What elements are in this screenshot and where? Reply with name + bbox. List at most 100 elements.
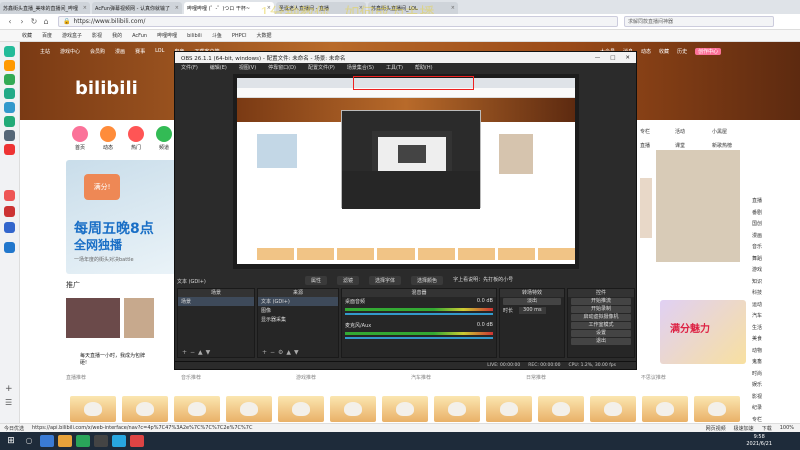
category-label[interactable]: 日常推荐 [526, 374, 546, 381]
app-icon[interactable] [4, 46, 15, 57]
nav-link[interactable]: 游戏中心 [60, 48, 80, 55]
status-item[interactable]: 网页视频 [706, 425, 726, 432]
bookmark[interactable]: PHPCl [232, 33, 247, 39]
bookmark[interactable]: 大数据 [257, 32, 272, 39]
channel-hot[interactable]: 热门 [125, 126, 147, 151]
virtual-camera-button[interactable]: 启动虚拟摄像机 [571, 314, 631, 321]
home-icon[interactable]: ⌂ [40, 17, 52, 26]
cat-image[interactable] [330, 396, 376, 422]
folder-icon[interactable] [58, 435, 72, 447]
channel-channels[interactable]: 频道 [153, 126, 175, 151]
category-label[interactable]: 游戏推荐 [296, 374, 316, 381]
windows-start-icon[interactable]: ⊞ [4, 435, 18, 447]
app-icon[interactable] [4, 130, 15, 141]
source-item[interactable]: 文本 (GDI+) [258, 297, 338, 306]
back-icon[interactable]: ‹ [4, 17, 16, 26]
app-icon[interactable] [4, 102, 15, 113]
menu-item[interactable]: 停靠窗口(D) [268, 64, 296, 71]
channel-dynamic[interactable]: 动态 [97, 126, 119, 151]
cat-image[interactable] [174, 396, 220, 422]
menu-item[interactable]: 配置文件(P) [308, 64, 335, 71]
right-link[interactable]: 新歌热榜 [712, 142, 732, 149]
side-nav-item[interactable]: 动物 [752, 346, 774, 358]
chat-icon[interactable] [4, 116, 15, 127]
bookmark[interactable]: 百度 [42, 32, 52, 39]
properties-button[interactable]: 属性 [305, 276, 328, 285]
zoom-level[interactable]: 100% [780, 425, 794, 431]
live-thumbnail[interactable] [656, 150, 740, 262]
nav-link[interactable]: 主站 [40, 48, 50, 55]
close-icon[interactable]: ✕ [625, 55, 630, 61]
search-input[interactable]: 求解同款直播间神器 [624, 16, 774, 27]
source-item[interactable]: 显示器采集 [258, 315, 338, 324]
side-nav-item[interactable]: 美食 [752, 334, 774, 346]
status-item[interactable]: 下载 [762, 425, 772, 432]
side-nav-item[interactable]: 音乐 [752, 242, 774, 254]
bookmark[interactable]: 收藏 [22, 32, 32, 39]
close-icon[interactable]: × [83, 5, 87, 11]
menu-item[interactable]: 视图(V) [239, 64, 256, 71]
cat-image[interactable] [122, 396, 168, 422]
search-icon[interactable]: ○ [22, 435, 36, 447]
cat-image[interactable] [642, 396, 688, 422]
app-icon[interactable] [4, 242, 15, 253]
transition-select[interactable]: 淡出 [503, 298, 561, 305]
side-nav-item[interactable]: 知识 [752, 277, 774, 289]
app-icon[interactable] [4, 74, 15, 85]
start-streaming-button[interactable]: 开始推流 [571, 298, 631, 305]
bookmark[interactable]: bilibili [187, 33, 202, 39]
right-link[interactable]: 专栏 [640, 128, 650, 135]
start-recording-button[interactable]: 开始录制 [571, 306, 631, 313]
cat-image[interactable] [694, 396, 740, 422]
settings-button[interactable]: 设置 [571, 330, 631, 337]
side-nav-item[interactable]: 漫画 [752, 231, 774, 243]
system-clock[interactable]: 9:58 2021/6/21 [746, 434, 772, 448]
bookmark[interactable]: 游戏盒子 [62, 32, 82, 39]
bookmark[interactable]: AcFun [132, 33, 147, 39]
side-nav-item[interactable]: 运动 [752, 300, 774, 312]
app-icon[interactable] [130, 435, 144, 447]
star-icon[interactable] [4, 60, 15, 71]
promo-card[interactable]: 满分! 每周五晚8点 全网独播 一场年度的街头对决battle [66, 160, 178, 274]
cat-image[interactable] [278, 396, 324, 422]
app-icon[interactable] [40, 435, 54, 447]
side-nav-item[interactable]: 时尚 [752, 369, 774, 381]
nav-link[interactable]: 赛事 [135, 48, 145, 55]
side-nav-item[interactable]: 汽车 [752, 311, 774, 323]
app-icon[interactable] [4, 206, 15, 217]
side-nav-item[interactable]: 直播 [752, 196, 774, 208]
browser-icon[interactable] [76, 435, 90, 447]
right-link[interactable]: 活动 [675, 128, 685, 135]
side-nav-item[interactable]: 舞蹈 [752, 254, 774, 266]
app-icon[interactable] [4, 144, 15, 155]
dock-actions[interactable]: +−⚙▲▼ [262, 349, 302, 356]
close-icon[interactable]: × [451, 5, 455, 11]
select-color-button[interactable]: 选择颜色 [411, 276, 444, 285]
right-link[interactable]: 小黑屋 [712, 128, 727, 135]
select-font-button[interactable]: 选择字体 [369, 276, 402, 285]
exit-button[interactable]: 退出 [571, 338, 631, 345]
source-selection-box[interactable] [353, 76, 474, 90]
forward-icon[interactable]: › [16, 17, 28, 26]
app-icon[interactable] [4, 222, 15, 233]
bili-logo[interactable]: bilibili [75, 78, 138, 99]
side-nav-item[interactable]: 国创 [752, 219, 774, 231]
gift-banner[interactable]: 满分魅力 [660, 300, 746, 364]
volume-slider[interactable] [345, 313, 493, 315]
obs-title-bar[interactable]: OBS 26.1.1 (64-bit, windows) - 配置文件: 未命名… [175, 52, 636, 63]
bookmark[interactable]: 我的 [112, 32, 122, 39]
studio-mode-button[interactable]: 工作室模式 [571, 322, 631, 329]
menu-item[interactable]: 工具(T) [386, 64, 403, 71]
category-label[interactable]: 不思议推荐 [641, 374, 666, 381]
cat-image[interactable] [538, 396, 584, 422]
dock-actions[interactable]: +−▲▼ [182, 349, 213, 356]
nav-link[interactable]: 动态 [641, 48, 651, 55]
address-bar[interactable]: 🔒 https://www.bilibili.com/ [58, 16, 618, 27]
side-nav-item[interactable]: 纪录 [752, 403, 774, 415]
video-thumbnail[interactable] [66, 298, 120, 338]
duration-input[interactable]: 300 ms [519, 307, 546, 314]
channel-home[interactable]: 首页 [69, 126, 91, 151]
add-icon[interactable]: + [5, 384, 13, 394]
category-label[interactable]: 音乐推荐 [181, 374, 201, 381]
app-icon[interactable] [112, 435, 126, 447]
